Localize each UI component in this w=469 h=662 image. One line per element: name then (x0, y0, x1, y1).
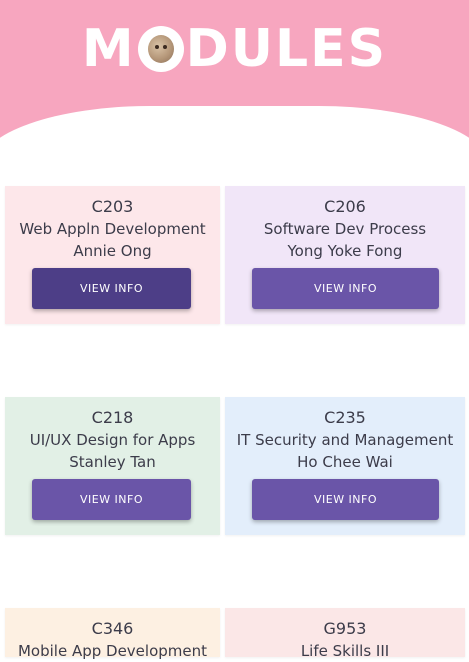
module-lecturer: Ho Chee Wai (297, 453, 393, 471)
module-card: C203 Web Appln Development Annie Ong VIE… (5, 186, 220, 324)
view-info-button[interactable]: VIEW INFO (252, 479, 439, 520)
module-lecturer: Annie Ong (73, 242, 152, 260)
module-name: Life Skills III (300, 642, 390, 660)
module-card: C206 Software Dev Process Yong Yoke Fong… (225, 186, 465, 324)
page-title-part1: M (81, 19, 136, 79)
module-name: Mobile App Development (17, 642, 208, 660)
module-code: C346 (91, 619, 134, 638)
avatar-icon (147, 35, 174, 63)
view-info-button[interactable]: VIEW INFO (32, 268, 191, 309)
module-lecturer: Yong Yoke Fong (287, 242, 403, 260)
module-card: C235 IT Security and Management Ho Chee … (225, 397, 465, 535)
page-title-part2: DULES (185, 19, 388, 79)
module-name: Software Dev Process (263, 220, 427, 238)
module-card: C218 UI/UX Design for Apps Stanley Tan V… (5, 397, 220, 535)
module-lecturer: Stanley Tan (69, 453, 156, 471)
module-name: UI/UX Design for Apps (29, 431, 196, 449)
module-code: C203 (91, 197, 134, 216)
module-code: G953 (323, 619, 367, 638)
view-info-button[interactable]: VIEW INFO (32, 479, 191, 520)
module-name: Web Appln Development (19, 220, 206, 238)
page-title: M DULES (0, 14, 469, 84)
module-code: C218 (91, 408, 134, 427)
view-info-button[interactable]: VIEW INFO (252, 268, 439, 309)
module-code: C235 (324, 408, 366, 427)
title-o-badge (137, 26, 184, 72)
module-code: C206 (324, 197, 366, 216)
module-card: G953 Life Skills III (225, 608, 465, 660)
module-card: C346 Mobile App Development (5, 608, 220, 660)
module-name: IT Security and Management (236, 431, 454, 449)
